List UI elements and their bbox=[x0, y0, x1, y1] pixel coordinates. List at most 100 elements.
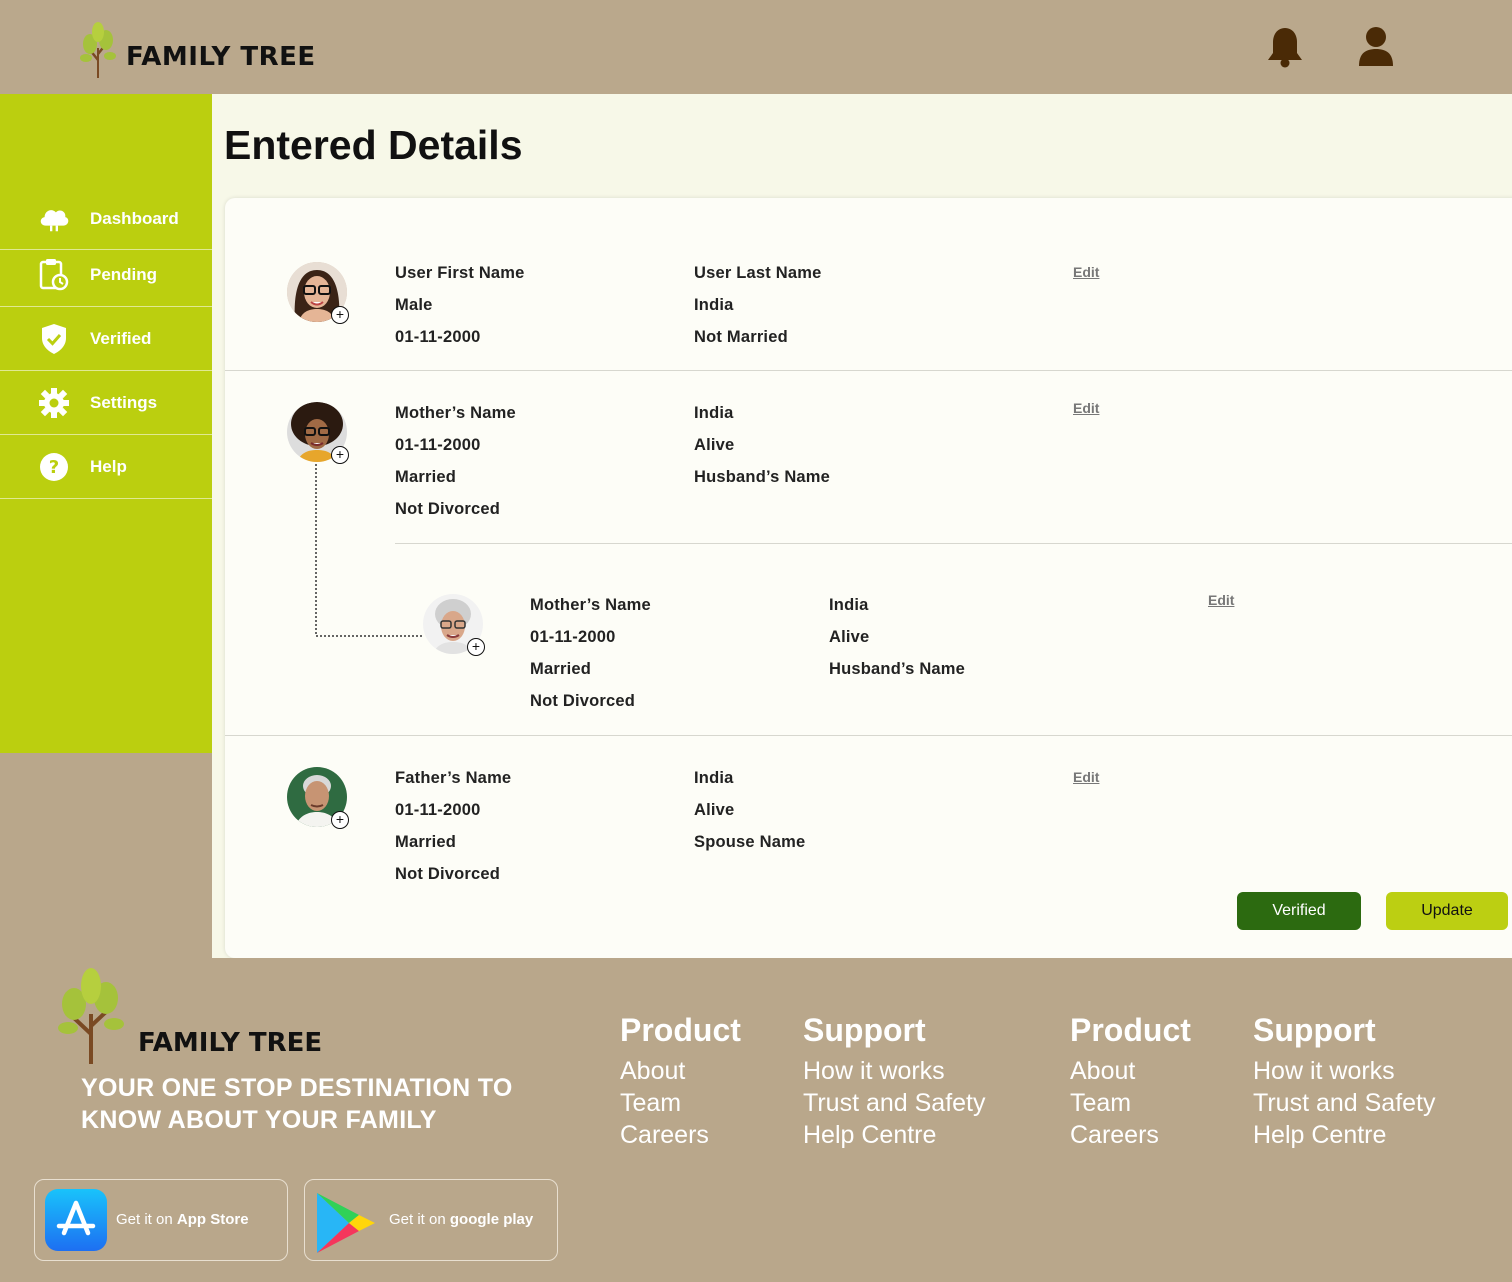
cloud-icon bbox=[38, 203, 70, 235]
footer-link[interactable]: How it works bbox=[803, 1055, 986, 1087]
footer-heading: Support bbox=[1253, 1012, 1376, 1048]
footer-link[interactable]: Careers bbox=[1070, 1119, 1191, 1151]
sidebar-item-label: Help bbox=[90, 456, 127, 476]
edit-mother-link[interactable]: Edit bbox=[1073, 400, 1099, 416]
grandmother-living-status: Alive bbox=[829, 628, 870, 646]
tree-logo-icon bbox=[58, 968, 124, 1064]
bell-icon[interactable] bbox=[1265, 26, 1305, 68]
app-store-text: Get it on App Store bbox=[116, 1211, 249, 1228]
svg-text:?: ? bbox=[49, 457, 59, 478]
grandmother-marital-status: Married bbox=[530, 660, 592, 678]
tagline-line: YOUR ONE STOP DESTINATION TO bbox=[81, 1074, 513, 1102]
sidebar-item-label: Pending bbox=[90, 265, 158, 284]
verified-button[interactable]: Verified bbox=[1237, 892, 1361, 930]
mother-living-status: Alive bbox=[694, 436, 735, 454]
grandmother-avatar[interactable]: + bbox=[423, 594, 485, 656]
father-living-status: Alive bbox=[694, 801, 735, 819]
add-relative-icon[interactable]: + bbox=[331, 446, 349, 464]
edit-grandmother-link[interactable]: Edit bbox=[1208, 592, 1234, 608]
footer-link[interactable]: Trust and Safety bbox=[1253, 1087, 1436, 1119]
user-last-name: User Last Name bbox=[694, 264, 822, 282]
footer-column-product: Product About Team Careers bbox=[1070, 1012, 1191, 1151]
sidebar-item-label: Dashboard bbox=[90, 208, 179, 228]
add-relative-icon[interactable]: + bbox=[467, 638, 485, 656]
mother-spouse-name: Husband’s Name bbox=[694, 468, 831, 486]
brand-name: FAMILY TREE bbox=[126, 42, 316, 72]
footer-heading: Product bbox=[1070, 1012, 1191, 1048]
grandmother-name: Mother’s Name bbox=[530, 596, 651, 614]
grandmother-dob: 01-11-2000 bbox=[530, 628, 616, 646]
father-spouse-name: Spouse Name bbox=[694, 833, 806, 851]
header-logo[interactable]: FAMILY TREE bbox=[78, 20, 316, 78]
father-marital-status: Married bbox=[395, 833, 457, 851]
details-card: + User First Name Male 01-11-2000 User L… bbox=[225, 198, 1512, 958]
mother-name: Mother’s Name bbox=[395, 404, 516, 422]
footer-link[interactable]: Help Centre bbox=[1253, 1119, 1436, 1151]
mother-country: India bbox=[694, 404, 734, 422]
divider bbox=[225, 735, 1512, 736]
user-first-name: User First Name bbox=[395, 264, 525, 282]
edit-user-link[interactable]: Edit bbox=[1073, 264, 1099, 280]
grandmother-country: India bbox=[829, 596, 869, 614]
update-button[interactable]: Update bbox=[1386, 892, 1508, 930]
sidebar-item-verified[interactable]: Verified bbox=[0, 307, 212, 371]
divider bbox=[395, 543, 1512, 544]
footer-link[interactable]: How it works bbox=[1253, 1055, 1436, 1087]
edit-father-link[interactable]: Edit bbox=[1073, 769, 1099, 785]
father-country: India bbox=[694, 769, 734, 787]
mother-avatar[interactable]: + bbox=[287, 402, 349, 464]
tagline-line: KNOW ABOUT YOUR FAMILY bbox=[81, 1106, 437, 1134]
footer-link[interactable]: Help Centre bbox=[803, 1119, 986, 1151]
footer-link[interactable]: Trust and Safety bbox=[803, 1087, 986, 1119]
footer-link[interactable]: Team bbox=[1070, 1087, 1191, 1119]
footer-link[interactable]: Team bbox=[620, 1087, 741, 1119]
user-icon[interactable] bbox=[1356, 26, 1396, 68]
add-relative-icon[interactable]: + bbox=[331, 811, 349, 829]
tree-logo-icon bbox=[80, 22, 116, 78]
tree-connector-line bbox=[315, 464, 423, 637]
footer-heading: Support bbox=[803, 1012, 926, 1048]
father-name: Father’s Name bbox=[395, 769, 512, 787]
user-dob: 01-11-2000 bbox=[395, 328, 481, 346]
divider bbox=[225, 370, 1512, 371]
clipboard-clock-icon bbox=[38, 259, 70, 291]
footer-link[interactable]: Careers bbox=[620, 1119, 741, 1151]
sidebar-item-settings[interactable]: Settings bbox=[0, 371, 212, 435]
gear-icon bbox=[38, 387, 70, 419]
add-relative-icon[interactable]: + bbox=[331, 306, 349, 324]
footer-link[interactable]: About bbox=[1070, 1055, 1191, 1087]
father-dob: 01-11-2000 bbox=[395, 801, 481, 819]
google-play-icon bbox=[317, 1193, 375, 1253]
footer-column-support: Support How it works Trust and Safety He… bbox=[803, 1012, 986, 1151]
user-country: India bbox=[694, 296, 734, 314]
footer-column-support: Support How it works Trust and Safety He… bbox=[1253, 1012, 1436, 1151]
footer-tagline: YOUR ONE STOP DESTINATION TO KNOW ABOUT … bbox=[81, 1072, 551, 1136]
app-store-icon bbox=[45, 1189, 107, 1251]
footer-heading: Product bbox=[620, 1012, 741, 1048]
mother-dob: 01-11-2000 bbox=[395, 436, 481, 454]
google-play-text: Get it on google play bbox=[389, 1211, 534, 1228]
main-content: Entered Details + User First Name Male 0… bbox=[212, 94, 1512, 958]
user-marital-status: Not Married bbox=[694, 328, 788, 346]
sidebar-item-label: Verified bbox=[90, 328, 152, 348]
user-avatar[interactable]: + bbox=[287, 262, 349, 324]
footer-brand-name: FAMILY TREE bbox=[138, 1028, 323, 1058]
footer-column-product: Product About Team Careers bbox=[620, 1012, 741, 1151]
sidebar-item-pending[interactable]: Pending bbox=[0, 244, 212, 307]
sidebar: Dashboard Pending Verified Settings ? He… bbox=[0, 94, 212, 753]
sidebar-item-label: Settings bbox=[90, 392, 158, 412]
user-gender: Male bbox=[395, 296, 433, 314]
google-play-badge[interactable]: Get it on google play bbox=[304, 1179, 558, 1261]
page-title: Entered Details bbox=[224, 122, 523, 168]
sidebar-item-dashboard[interactable]: Dashboard bbox=[0, 188, 212, 250]
footer-link[interactable]: About bbox=[620, 1055, 741, 1087]
grandmother-spouse-name: Husband’s Name bbox=[829, 660, 966, 678]
shield-check-icon bbox=[38, 323, 70, 355]
app-store-badge[interactable]: Get it on App Store bbox=[34, 1179, 288, 1261]
footer: FAMILY TREE YOUR ONE STOP DESTINATION TO… bbox=[0, 958, 1512, 1282]
question-icon: ? bbox=[38, 451, 70, 483]
top-header: FAMILY TREE bbox=[0, 0, 1512, 94]
sidebar-item-help[interactable]: ? Help bbox=[0, 435, 212, 499]
grandmother-divorce-status: Not Divorced bbox=[530, 692, 636, 710]
father-avatar[interactable]: + bbox=[287, 767, 349, 829]
